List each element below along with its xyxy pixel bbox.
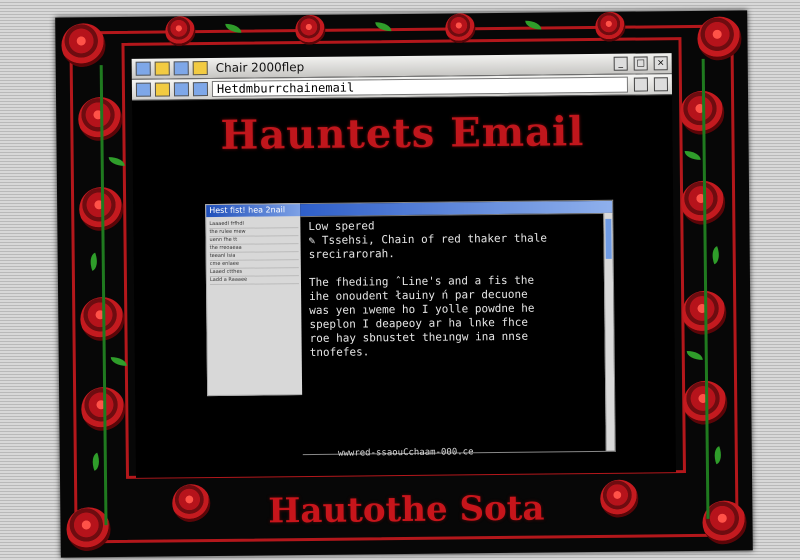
menu-button[interactable] [633,77,648,92]
rose-ornament [61,23,106,68]
message-pane: Low spered ✎ Tssehsi, Chain of red thake… [300,199,616,456]
monitor-screen: Chair 2000ﬂep _ □ × Hetdmburrchainemail … [55,10,753,558]
window-title: Chair 2000ﬂep [215,60,305,75]
globe-icon[interactable] [173,82,190,97]
close-button[interactable]: × [653,56,668,71]
maximize-button[interactable]: □ [633,56,648,71]
message-pane-titlebar[interactable] [300,200,613,218]
home-icon[interactable] [154,82,171,97]
mail-client: Hest fist! hea 2nail Laaaedl frfhdl the … [205,199,618,456]
inbox-list: Laaaedl frfhdl the rulee mew uenn fhe tt… [206,216,302,289]
page-headline: Hauntets Email [220,108,585,159]
list-item[interactable]: Ladd a Raaaee [209,276,299,286]
message-body: Low spered ✎ Tssehsi, Chain of red thake… [308,217,593,360]
browser-window: Chair 2000ﬂep _ □ × Hetdmburrchainemail … [131,53,676,478]
folder-icon[interactable] [154,61,170,76]
scrollbar-thumb[interactable] [605,218,612,259]
message-line: tnofefes. [309,345,370,359]
app-icon [135,61,151,76]
document-icon[interactable] [173,61,189,76]
rose-ornament [697,16,742,61]
rose-ornament [295,14,326,46]
minimize-button[interactable]: _ [613,56,628,71]
dropdown-button[interactable] [653,77,668,92]
signature-text: Hautothe Sota [268,488,545,532]
rose-ornament [595,11,626,42]
address-bar: Hetdmburrchainemail [131,74,673,101]
inbox-panel-title[interactable]: Hest fist! hea 2nail [206,204,302,218]
back-icon[interactable] [135,82,152,97]
rose-ornament [165,16,196,47]
address-input[interactable]: Hetdmburrchainemail [211,76,629,97]
vertical-scrollbar[interactable] [603,212,615,451]
page-icon[interactable] [192,82,209,97]
mail-icon[interactable] [192,61,208,76]
inbox-panel: Hest fist! hea 2nail Laaaedl frfhdl the … [205,203,305,397]
rose-ornament [445,13,476,44]
